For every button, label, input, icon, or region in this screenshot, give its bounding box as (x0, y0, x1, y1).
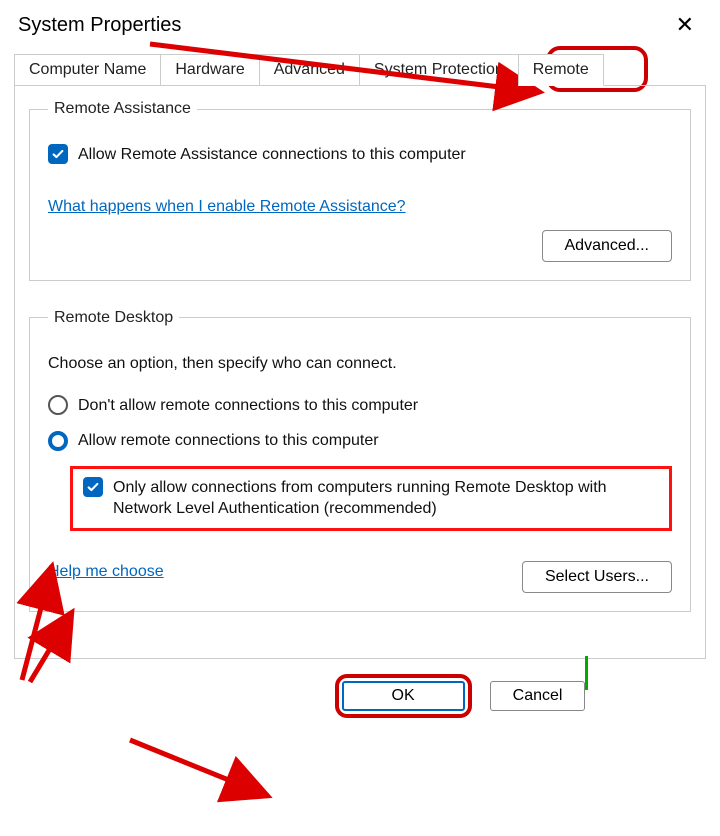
group-legend-remote-desktop: Remote Desktop (48, 309, 179, 327)
radio-deny-remote[interactable]: Don't allow remote connections to this c… (48, 395, 672, 417)
tab-system-protection[interactable]: System Protection (359, 54, 519, 86)
tab-computer-name[interactable]: Computer Name (14, 54, 161, 86)
cancel-button[interactable]: Cancel (490, 681, 586, 711)
tab-panel-remote: Remote Assistance Allow Remote Assistanc… (14, 85, 706, 659)
close-icon[interactable]: ✕ (668, 10, 702, 40)
row-nla-checkbox[interactable]: Only allow connections from computers ru… (83, 477, 659, 520)
check-icon (51, 147, 65, 161)
checkbox-nla[interactable] (83, 477, 103, 497)
checkbox-allow-remote-assistance[interactable] (48, 144, 68, 164)
annotation-highlight-nla: Only allow connections from computers ru… (70, 466, 672, 531)
label-allow-remote-assistance: Allow Remote Assistance connections to t… (78, 144, 466, 166)
row-allow-remote-assistance[interactable]: Allow Remote Assistance connections to t… (48, 144, 672, 166)
radio-icon-allow[interactable] (48, 431, 68, 451)
group-remote-assistance: Remote Assistance Allow Remote Assistanc… (29, 100, 691, 281)
link-help-me-choose[interactable]: Help me choose (48, 563, 164, 581)
window-title: System Properties (18, 14, 181, 37)
radio-icon-deny[interactable] (48, 395, 68, 415)
dialog-button-bar: OK Cancel (0, 660, 720, 718)
link-remote-assistance-help[interactable]: What happens when I enable Remote Assist… (48, 198, 406, 216)
tab-hardware[interactable]: Hardware (160, 54, 259, 86)
advanced-button[interactable]: Advanced... (542, 230, 673, 262)
label-deny-remote: Don't allow remote connections to this c… (78, 395, 418, 417)
tab-remote[interactable]: Remote (518, 54, 604, 86)
select-users-button[interactable]: Select Users... (522, 561, 672, 593)
group-legend-remote-assistance: Remote Assistance (48, 100, 197, 118)
radio-allow-remote[interactable]: Allow remote connections to this compute… (48, 430, 672, 452)
tab-row: Computer Name Hardware Advanced System P… (0, 54, 720, 86)
annotation-green-marker (585, 656, 588, 690)
ok-button[interactable]: OK (342, 681, 465, 711)
group-remote-desktop: Remote Desktop Choose an option, then sp… (29, 309, 691, 612)
label-allow-remote: Allow remote connections to this compute… (78, 430, 379, 452)
annotation-highlight-ok: OK (335, 674, 472, 718)
check-icon (86, 480, 100, 494)
titlebar: System Properties ✕ (0, 0, 720, 54)
tab-advanced[interactable]: Advanced (259, 54, 360, 86)
label-nla: Only allow connections from computers ru… (113, 477, 659, 520)
instruction-text: Choose an option, then specify who can c… (48, 355, 672, 373)
